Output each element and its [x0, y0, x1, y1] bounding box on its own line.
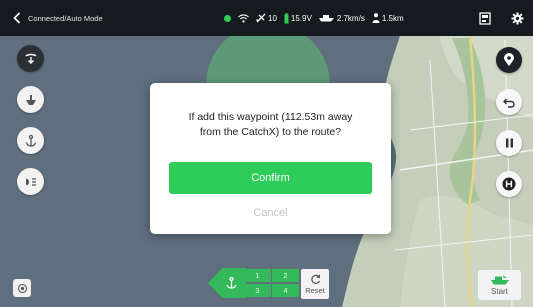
release-icon: [25, 53, 36, 64]
hopper-button[interactable]: [17, 86, 44, 113]
status-dot-icon: [224, 14, 231, 22]
locate-icon: [17, 283, 27, 293]
reset-button[interactable]: Reset: [301, 269, 329, 299]
telemetry-group: 10 15.9V 2.7km/s 1.5km: [224, 0, 404, 36]
reset-icon: [310, 274, 320, 284]
speed-stat: 2.7km/s: [318, 13, 365, 23]
start-button[interactable]: Start: [478, 270, 521, 300]
speed-value: 2.7km/s: [336, 13, 365, 23]
dialog-message: If add this waypoint (112.53m away from …: [168, 110, 373, 140]
wifi-icon: [238, 13, 249, 23]
route-anchor-button[interactable]: [208, 268, 246, 298]
cancel-button[interactable]: Cancel: [169, 202, 372, 224]
waypoint-pin-button[interactable]: [496, 47, 522, 73]
boat-icon: [318, 15, 334, 22]
distance-value: 1.5km: [381, 13, 404, 23]
waypoint-4-button[interactable]: 4: [272, 284, 299, 297]
satellite-icon: [256, 13, 266, 23]
battery-stat: 15.9V: [284, 12, 312, 24]
confirm-button[interactable]: Confirm: [169, 162, 372, 194]
waypoint-1-button[interactable]: 1: [244, 269, 271, 282]
reset-label: Reset: [305, 285, 325, 295]
gear-icon[interactable]: [501, 0, 533, 36]
back-arrow-icon[interactable]: [10, 11, 24, 25]
dialog-message-line-2: from the CatchX) to the route?: [199, 126, 342, 138]
start-label: Start: [491, 287, 508, 296]
person-distance-icon: [372, 13, 380, 23]
light-icon: [25, 177, 36, 186]
battery-icon: [284, 12, 289, 23]
anchor-icon: [25, 134, 36, 147]
status-bar: Connected/Auto Mode 10 15.9V 2.7km/s 1.5…: [0, 0, 533, 36]
return-button[interactable]: [496, 89, 522, 115]
add-waypoint-dialog: If add this waypoint (112.53m away from …: [150, 83, 391, 234]
satellite-count: 10: [268, 13, 277, 23]
map-pin-icon: [504, 53, 514, 66]
satellite-stat: 10: [256, 13, 277, 23]
light-button[interactable]: [17, 168, 44, 195]
voltage-value: 15.9V: [290, 13, 312, 23]
pause-icon: [505, 138, 513, 148]
pause-button[interactable]: [496, 130, 522, 156]
waypoint-2-button[interactable]: 2: [272, 269, 299, 282]
locate-button[interactable]: [13, 279, 31, 297]
topbar-actions: [469, 0, 533, 36]
route-anchor-icon: [226, 276, 237, 289]
home-point-button[interactable]: [496, 171, 522, 197]
waypoint-3-button[interactable]: 3: [244, 284, 271, 297]
home-h-icon: [502, 177, 516, 191]
release-bait-button[interactable]: [17, 45, 44, 72]
dialog-message-line-1: If add this waypoint (112.53m away: [188, 111, 353, 123]
sd-card-icon[interactable]: [469, 0, 501, 36]
connection-mode-label: Connected/Auto Mode: [28, 13, 103, 23]
hopper-icon: [25, 94, 36, 105]
boat-start-icon: [490, 275, 509, 285]
anchor-button[interactable]: [17, 127, 44, 154]
distance-stat: 1.5km: [372, 13, 404, 23]
return-arrow-icon: [503, 98, 515, 108]
route-waypoint-pad: 1 2 3 4: [208, 268, 300, 298]
